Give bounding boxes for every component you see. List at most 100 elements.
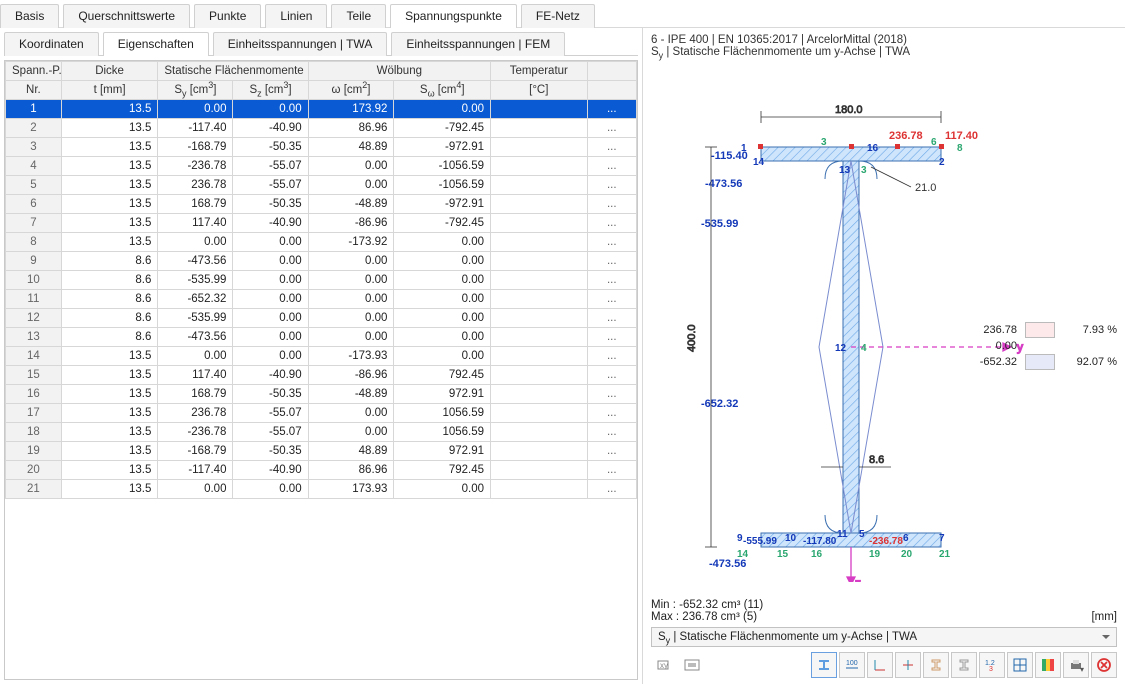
cell-temp[interactable] [491,195,588,214]
cell-more-button[interactable]: ... [587,347,636,366]
cell-nr[interactable]: 9 [6,252,62,271]
col-group-t[interactable]: Dicke [61,62,158,81]
cell-temp[interactable] [491,328,588,347]
cell-w[interactable]: 48.89 [308,138,394,157]
col-group-temp[interactable]: Temperatur [491,62,588,81]
cell-sw[interactable]: 0.00 [394,347,491,366]
cell-temp[interactable] [491,176,588,195]
cell-more-button[interactable]: ... [587,233,636,252]
cell-sz[interactable]: -40.90 [233,461,308,480]
cell-nr[interactable]: 21 [6,480,62,499]
table-row[interactable]: 513.5236.78-55.070.00-1056.59... [6,176,637,195]
cell-sw[interactable]: 1056.59 [394,423,491,442]
cell-more-button[interactable]: ... [587,480,636,499]
table-row[interactable]: 2013.5-117.40-40.9086.96792.45... [6,461,637,480]
cell-sz[interactable]: -55.07 [233,157,308,176]
cell-t[interactable]: 13.5 [61,195,158,214]
sub-tab-3[interactable]: Einheitsspannungen | FEM [391,32,565,56]
cell-sz[interactable]: 0.00 [233,271,308,290]
tool-numbers-icon[interactable]: 1.23 [979,652,1005,678]
cell-w[interactable]: 0.00 [308,252,394,271]
cell-sw[interactable]: 0.00 [394,100,491,119]
cell-temp[interactable] [491,233,588,252]
main-tab-teile[interactable]: Teile [331,4,386,28]
cell-w[interactable]: 0.00 [308,423,394,442]
cell-w[interactable]: 86.96 [308,461,394,480]
cell-sy[interactable]: 117.40 [158,366,233,385]
cell-sw[interactable]: 0.00 [394,252,491,271]
cell-temp[interactable] [491,138,588,157]
table-row[interactable]: 118.6-652.320.000.000.00... [6,290,637,309]
col-extra[interactable] [587,81,636,100]
cell-more-button[interactable]: ... [587,214,636,233]
cell-sw[interactable]: -792.45 [394,214,491,233]
table-row[interactable]: 138.6-473.560.000.000.00... [6,328,637,347]
cell-sw[interactable]: -972.91 [394,138,491,157]
cell-w[interactable]: 0.00 [308,309,394,328]
cell-t[interactable]: 13.5 [61,138,158,157]
cell-sw[interactable]: 0.00 [394,480,491,499]
sub-tab-2[interactable]: Einheitsspannungen | TWA [213,32,388,56]
cell-sz[interactable]: 0.00 [233,233,308,252]
cell-temp[interactable] [491,157,588,176]
cell-more-button[interactable]: ... [587,309,636,328]
sub-tab-0[interactable]: Koordinaten [4,32,99,56]
cell-t[interactable]: 13.5 [61,100,158,119]
cell-sw[interactable]: 1056.59 [394,404,491,423]
cell-nr[interactable]: 5 [6,176,62,195]
cell-w[interactable]: -86.96 [308,214,394,233]
tool-close-icon[interactable] [1091,652,1117,678]
table-row[interactable]: 128.6-535.990.000.000.00... [6,309,637,328]
cell-sy[interactable]: -168.79 [158,442,233,461]
table-row[interactable]: 108.6-535.990.000.000.00... [6,271,637,290]
table-row[interactable]: 713.5117.40-40.90-86.96-792.45... [6,214,637,233]
cell-t[interactable]: 13.5 [61,347,158,366]
cell-sy[interactable]: 236.78 [158,176,233,195]
cell-sy[interactable]: -168.79 [158,138,233,157]
cell-more-button[interactable]: ... [587,195,636,214]
table-row[interactable]: 413.5-236.78-55.070.00-1056.59... [6,157,637,176]
section-preview[interactable]: 21.0 y z [651,62,1117,597]
col-group-static[interactable]: Statische Flächenmomente [158,62,308,81]
tool-I1-icon[interactable] [923,652,949,678]
cell-temp[interactable] [491,461,588,480]
cell-w[interactable]: -173.93 [308,347,394,366]
cell-sy[interactable]: -236.78 [158,423,233,442]
col-sw[interactable]: Sω [cm4] [394,81,491,100]
cell-sz[interactable]: -55.07 [233,176,308,195]
cell-sw[interactable]: -972.91 [394,195,491,214]
cell-sy[interactable]: 168.79 [158,195,233,214]
cell-sw[interactable]: 792.45 [394,461,491,480]
cell-temp[interactable] [491,404,588,423]
tool-axes1-icon[interactable] [867,652,893,678]
table-row[interactable]: 98.6-473.560.000.000.00... [6,252,637,271]
cell-more-button[interactable]: ... [587,157,636,176]
cell-temp[interactable] [491,214,588,233]
cell-w[interactable]: -173.92 [308,233,394,252]
cell-w[interactable]: 173.92 [308,100,394,119]
cell-w[interactable]: -48.89 [308,195,394,214]
main-tab-basis[interactable]: Basis [0,4,59,28]
cell-more-button[interactable]: ... [587,423,636,442]
tool-values-icon[interactable]: xy [651,652,677,678]
cell-temp[interactable] [491,100,588,119]
cell-sz[interactable]: 0.00 [233,252,308,271]
cell-nr[interactable]: 2 [6,119,62,138]
cell-sy[interactable]: 0.00 [158,347,233,366]
cell-temp[interactable] [491,252,588,271]
cell-nr[interactable]: 18 [6,423,62,442]
cell-w[interactable]: 0.00 [308,328,394,347]
sub-tab-1[interactable]: Eigenschaften [103,32,209,56]
cell-nr[interactable]: 13 [6,328,62,347]
cell-sz[interactable]: -40.90 [233,366,308,385]
cell-more-button[interactable]: ... [587,404,636,423]
cell-sy[interactable]: -473.56 [158,252,233,271]
cell-sw[interactable]: 792.45 [394,366,491,385]
col-w[interactable]: ω [cm2] [308,81,394,100]
cell-sz[interactable]: -50.35 [233,385,308,404]
cell-nr[interactable]: 8 [6,233,62,252]
tool-I2-icon[interactable] [951,652,977,678]
cell-more-button[interactable]: ... [587,385,636,404]
main-tab-spannungspunkte[interactable]: Spannungspunkte [390,4,517,28]
cell-temp[interactable] [491,366,588,385]
